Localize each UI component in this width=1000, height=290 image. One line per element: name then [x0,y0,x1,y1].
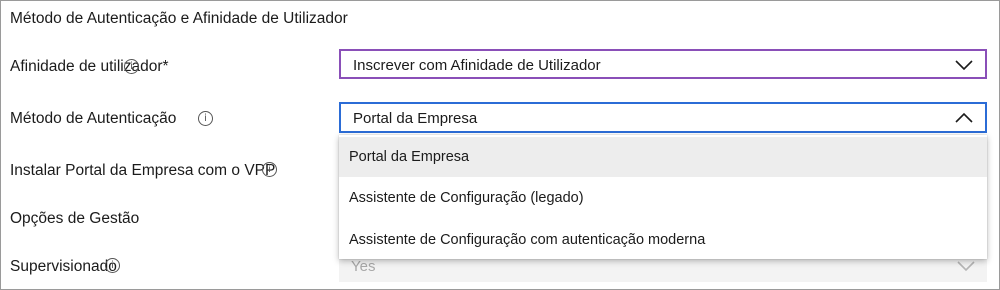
auth-method-select-value: Portal da Empresa [353,110,478,127]
auth-method-dropdown-list: Portal da Empresa Assistente de Configur… [339,135,987,259]
affinity-label: Afinidade de utilizador* [10,58,169,75]
affinity-select[interactable]: Inscrever com Afinidade de Utilizador [339,49,987,79]
management-options-heading: Opções de Gestão [10,210,140,227]
supervised-select-value: Yes [351,258,376,275]
install-company-portal-label: Instalar Portal da Empresa com o VPP [10,162,276,179]
auth-method-select[interactable]: Portal da Empresa [339,102,987,133]
dropdown-option-setup-assistant-modern[interactable]: Assistente de Configuração com autentica… [339,220,987,260]
chevron-down-icon [955,60,973,71]
info-icon[interactable]: i [198,111,213,126]
section-title: Método de Autenticação e Afinidade de Ut… [10,10,348,27]
chevron-up-icon [955,112,973,123]
info-icon[interactable]: i [105,258,120,273]
affinity-select-value: Inscrever com Afinidade de Utilizador [353,57,601,74]
info-icon[interactable]: i [124,59,139,74]
supervised-label: Supervisionado [10,258,117,275]
auth-method-label: Método de Autenticação [10,110,177,127]
info-icon[interactable]: i [262,162,277,177]
chevron-down-icon [957,261,975,272]
dropdown-option-company-portal[interactable]: Portal da Empresa [339,137,987,177]
dropdown-option-setup-assistant-legacy[interactable]: Assistente de Configuração (legado) [339,178,987,218]
